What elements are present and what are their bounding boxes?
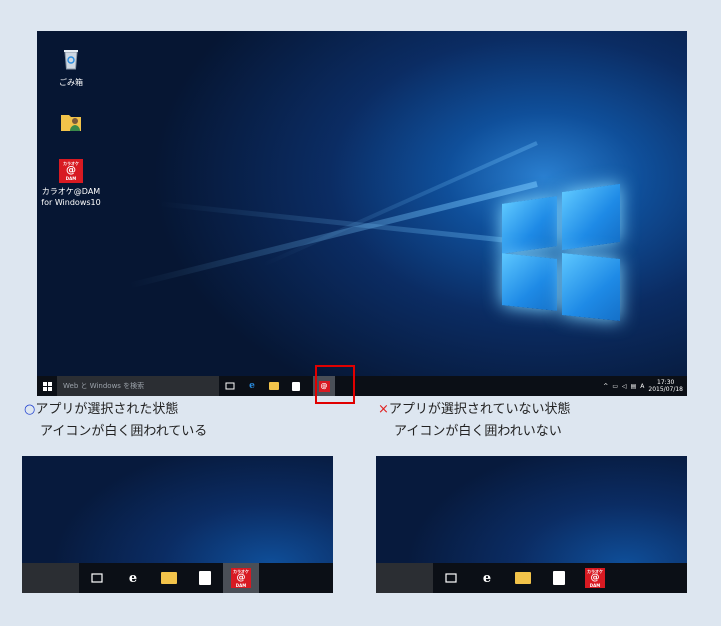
desktop-icon-user-folder[interactable]	[39, 109, 103, 139]
search-box	[22, 563, 79, 593]
badge-bottom-text: DAM	[589, 582, 601, 588]
store-icon	[553, 571, 565, 585]
badge-at-sign: @	[66, 165, 76, 176]
search-box	[376, 563, 433, 593]
taskbar: Web と Windows を検索 e @ ^ ▭ ◁ ▤ A 17:30 20…	[37, 376, 687, 396]
ime-indicator[interactable]: A	[640, 383, 644, 390]
karaoke-dam-taskbar-button-selected[interactable]: カラオケ @ DAM	[223, 563, 259, 593]
caption-unselected: ×アプリが選択されていない状態 アイコンが白く囲われいない	[378, 399, 571, 443]
desktop-icon-label: カラオケ@DAM for Windows10	[41, 187, 101, 207]
caption-unselected-sub: アイコンが白く囲われいない	[394, 424, 562, 439]
clock-date: 2015/07/18	[648, 386, 683, 393]
edge-icon: e	[249, 381, 255, 391]
explorer-button[interactable]	[263, 376, 285, 396]
desktop-icon-karaoke-dam[interactable]: カラオケ @ DAM カラオケ@DAM for Windows10	[39, 159, 103, 208]
tray-chevron-icon[interactable]: ^	[603, 383, 608, 390]
karaoke-dam-icon: カラオケ @ DAM	[231, 568, 251, 588]
edge-button[interactable]: e	[469, 563, 505, 593]
folder-icon	[161, 572, 177, 584]
badge-bottom-text: DAM	[65, 176, 77, 181]
store-button[interactable]	[187, 563, 223, 593]
karaoke-dam-taskbar-button[interactable]: カラオケ @ DAM	[577, 563, 613, 593]
highlight-box	[315, 365, 355, 404]
search-box[interactable]: Web と Windows を検索	[57, 376, 219, 396]
folder-icon	[515, 572, 531, 584]
clock-time: 17:30	[657, 379, 675, 386]
caption-unselected-title: アプリが選択されていない状態	[388, 402, 571, 417]
desktop-screenshot: ごみ箱 カラオケ @ DAM カラオケ@DAM for Windows10 We…	[37, 31, 687, 396]
badge-at-sign: @	[590, 572, 600, 583]
edge-icon: e	[482, 570, 492, 586]
taskbar: e カラオケ @ DAM	[376, 563, 687, 593]
cross-mark: ×	[378, 402, 389, 417]
badge-bottom-text: DAM	[235, 582, 247, 588]
task-view-button[interactable]	[433, 563, 469, 593]
explorer-button[interactable]	[505, 563, 541, 593]
edge-button[interactable]: e	[115, 563, 151, 593]
clock[interactable]: 17:30 2015/07/18	[648, 379, 683, 393]
karaoke-dam-icon: カラオケ @ DAM	[585, 568, 605, 588]
explorer-button[interactable]	[151, 563, 187, 593]
start-button[interactable]	[37, 376, 57, 396]
system-tray: ^ ▭ ◁ ▤ A 17:30 2015/07/18	[603, 379, 687, 393]
notification-icon[interactable]: ▤	[631, 383, 637, 390]
task-view-icon	[445, 573, 457, 583]
task-view-button[interactable]	[79, 563, 115, 593]
network-icon[interactable]: ▭	[612, 383, 618, 390]
caption-selected-sub: アイコンが白く囲われている	[40, 424, 208, 439]
taskbar: e カラオケ @ DAM	[22, 563, 333, 593]
recycle-bin-icon	[64, 50, 78, 70]
store-button[interactable]	[285, 376, 307, 396]
task-view-button[interactable]	[219, 376, 241, 396]
windows-icon	[42, 381, 52, 391]
caption-selected: ○アプリが選択された状態 アイコンが白く囲われている	[24, 399, 207, 443]
edge-icon: e	[128, 570, 138, 586]
task-view-icon	[91, 573, 103, 583]
taskbar-crop-unselected: e カラオケ @ DAM	[376, 456, 687, 593]
store-button[interactable]	[541, 563, 577, 593]
store-icon	[292, 381, 300, 391]
store-icon	[199, 571, 211, 585]
windows-logo-light	[502, 178, 622, 328]
task-view-icon	[225, 382, 235, 390]
edge-button[interactable]: e	[241, 376, 263, 396]
desktop-icon-recycle-bin[interactable]: ごみ箱	[39, 47, 103, 88]
caption-selected-title: アプリが選択された状態	[35, 402, 179, 417]
taskbar-crop-selected: e カラオケ @ DAM	[22, 456, 333, 593]
karaoke-dam-icon: カラオケ @ DAM	[59, 159, 83, 183]
user-folder-icon	[61, 115, 81, 131]
circle-mark: ○	[24, 402, 36, 417]
desktop-icon-label: ごみ箱	[59, 78, 83, 87]
badge-at-sign: @	[236, 572, 246, 583]
folder-icon	[269, 382, 279, 390]
volume-icon[interactable]: ◁	[622, 383, 627, 390]
